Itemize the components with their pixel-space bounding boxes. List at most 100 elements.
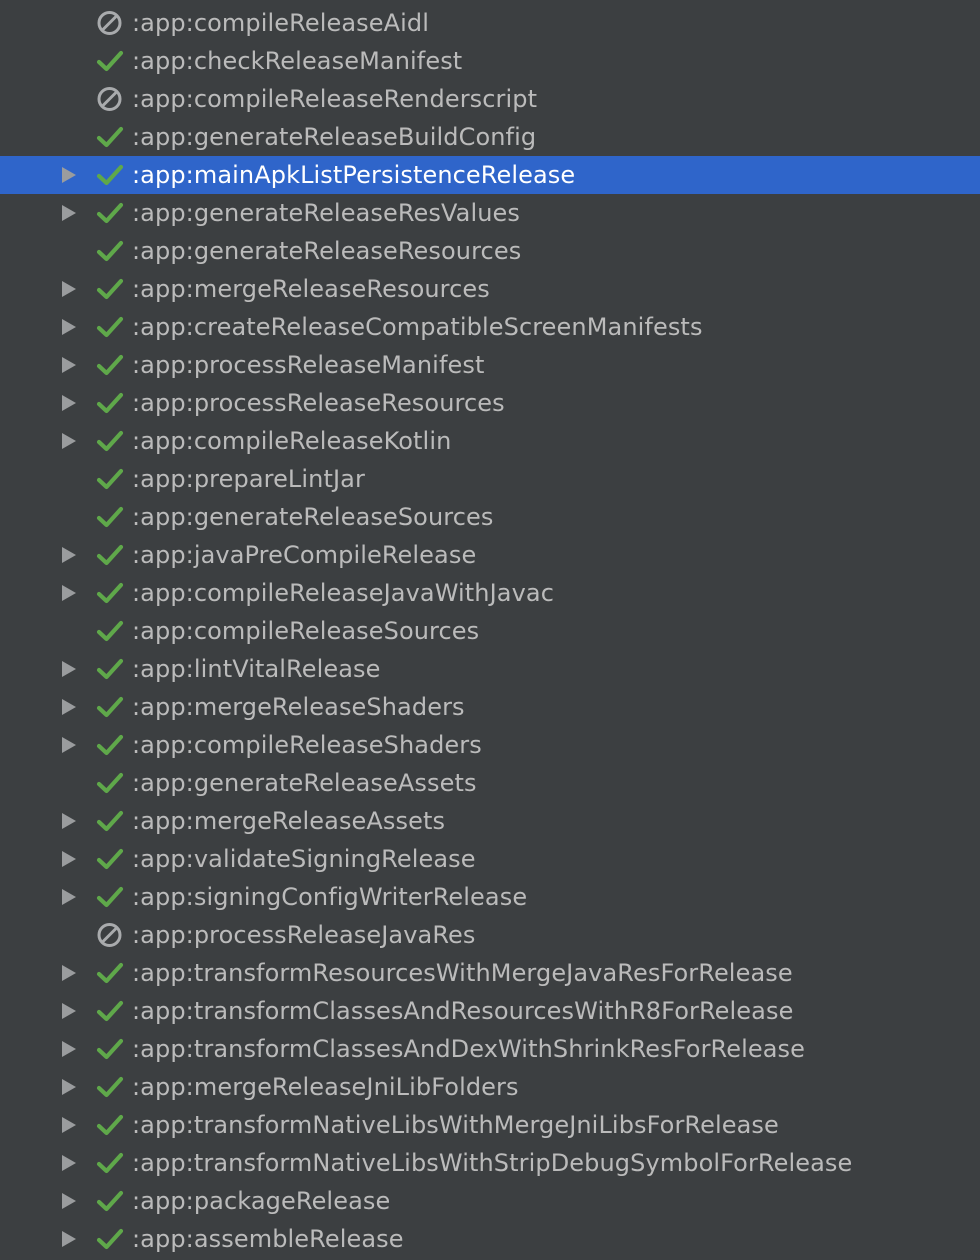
task-row[interactable]: :app:transformNativeLibsWithStripDebugSy… bbox=[0, 1144, 980, 1182]
task-row[interactable]: :app:generateReleaseResValues bbox=[0, 194, 980, 232]
task-row[interactable]: :app:compileReleaseJavaWithJavac bbox=[0, 574, 980, 612]
task-row[interactable]: :app:signingConfigWriterRelease bbox=[0, 878, 980, 916]
success-check-icon bbox=[96, 694, 124, 720]
task-row[interactable]: :app:processReleaseManifest bbox=[0, 346, 980, 384]
success-check-icon bbox=[96, 314, 124, 340]
task-row[interactable]: :app:mergeReleaseResources bbox=[0, 270, 980, 308]
task-row[interactable]: :app:transformNativeLibsWithMergeJniLibs… bbox=[0, 1106, 980, 1144]
expand-arrow-icon[interactable] bbox=[60, 432, 78, 450]
task-label: :app:lintVitalRelease bbox=[132, 655, 381, 683]
task-row[interactable]: :app:compileReleaseAidl bbox=[0, 4, 980, 42]
task-row[interactable]: :app:compileReleaseKotlin bbox=[0, 422, 980, 460]
expand-arrow-icon[interactable] bbox=[60, 1040, 78, 1058]
success-check-icon bbox=[96, 238, 124, 264]
success-check-icon bbox=[96, 1074, 124, 1100]
task-label: :app:compileReleaseSources bbox=[132, 617, 480, 645]
task-label: :app:mergeReleaseShaders bbox=[132, 693, 465, 721]
expand-arrow-icon[interactable] bbox=[60, 280, 78, 298]
task-label: :app:compileReleaseRenderscript bbox=[132, 85, 538, 113]
expand-arrow-icon[interactable] bbox=[60, 1116, 78, 1134]
task-label: :app:mergeReleaseAssets bbox=[132, 807, 446, 835]
task-label: :app:generateReleaseBuildConfig bbox=[132, 123, 537, 151]
success-check-icon bbox=[96, 466, 124, 492]
task-label: :app:mergeReleaseResources bbox=[132, 275, 490, 303]
task-row[interactable]: :app:processReleaseResources bbox=[0, 384, 980, 422]
task-row[interactable]: :app:compileReleaseSources bbox=[0, 612, 980, 650]
task-row[interactable]: :app:prepareLintJar bbox=[0, 460, 980, 498]
task-label: :app:signingConfigWriterRelease bbox=[132, 883, 528, 911]
task-row[interactable]: :app:generateReleaseAssets bbox=[0, 764, 980, 802]
success-check-icon bbox=[96, 1112, 124, 1138]
success-check-icon bbox=[96, 998, 124, 1024]
expand-arrow-icon[interactable] bbox=[60, 356, 78, 374]
expand-arrow-icon[interactable] bbox=[60, 1230, 78, 1248]
success-check-icon bbox=[96, 1188, 124, 1214]
success-check-icon bbox=[96, 846, 124, 872]
task-row[interactable]: :app:mainApkListPersistenceRelease bbox=[0, 156, 980, 194]
expand-arrow-icon[interactable] bbox=[60, 1002, 78, 1020]
success-check-icon bbox=[96, 352, 124, 378]
success-check-icon bbox=[96, 542, 124, 568]
task-row[interactable]: :app:generateReleaseSources bbox=[0, 498, 980, 536]
success-check-icon bbox=[96, 276, 124, 302]
task-row[interactable]: :app:packageRelease bbox=[0, 1182, 980, 1220]
task-label: :app:compileReleaseAidl bbox=[132, 9, 430, 37]
task-row[interactable]: :app:compileReleaseShaders bbox=[0, 726, 980, 764]
task-label: :app:validateSigningRelease bbox=[132, 845, 476, 873]
task-label: :app:assembleRelease bbox=[132, 1225, 404, 1253]
task-row[interactable]: :app:generateReleaseBuildConfig bbox=[0, 118, 980, 156]
expand-arrow-icon[interactable] bbox=[60, 888, 78, 906]
task-label: :app:transformClassesAndResourcesWithR8F… bbox=[132, 997, 794, 1025]
task-row[interactable]: :app:mergeReleaseShaders bbox=[0, 688, 980, 726]
expand-arrow-icon[interactable] bbox=[60, 660, 78, 678]
task-row[interactable]: :app:lintVitalRelease bbox=[0, 650, 980, 688]
task-row[interactable]: :app:mergeReleaseAssets bbox=[0, 802, 980, 840]
task-row[interactable]: :app:transformClassesAndDexWithShrinkRes… bbox=[0, 1030, 980, 1068]
expand-arrow-icon[interactable] bbox=[60, 850, 78, 868]
task-row[interactable]: :app:transformResourcesWithMergeJavaResF… bbox=[0, 954, 980, 992]
task-row[interactable]: :app:javaPreCompileRelease bbox=[0, 536, 980, 574]
success-check-icon bbox=[96, 732, 124, 758]
task-label: :app:processReleaseJavaRes bbox=[132, 921, 476, 949]
expand-arrow-icon[interactable] bbox=[60, 1078, 78, 1096]
task-label: :app:javaPreCompileRelease bbox=[132, 541, 477, 569]
success-check-icon bbox=[96, 1036, 124, 1062]
task-label: :app:mainApkListPersistenceRelease bbox=[132, 161, 576, 189]
expand-arrow-icon[interactable] bbox=[60, 584, 78, 602]
success-check-icon bbox=[96, 162, 124, 188]
task-row[interactable]: :app:transformClassesAndResourcesWithR8F… bbox=[0, 992, 980, 1030]
expand-arrow-icon[interactable] bbox=[60, 394, 78, 412]
task-label: :app:packageRelease bbox=[132, 1187, 391, 1215]
task-row[interactable]: :app:checkReleaseManifest bbox=[0, 42, 980, 80]
expand-arrow-icon[interactable] bbox=[60, 166, 78, 184]
task-label: :app:compileReleaseShaders bbox=[132, 731, 482, 759]
task-label: :app:transformResourcesWithMergeJavaResF… bbox=[132, 959, 793, 987]
expand-arrow-icon[interactable] bbox=[60, 964, 78, 982]
expand-arrow-icon[interactable] bbox=[60, 204, 78, 222]
expand-arrow-icon[interactable] bbox=[60, 812, 78, 830]
success-check-icon bbox=[96, 1150, 124, 1176]
task-row[interactable]: :app:assembleRelease bbox=[0, 1220, 980, 1258]
task-row[interactable]: :app:processReleaseJavaRes bbox=[0, 916, 980, 954]
expand-arrow-icon[interactable] bbox=[60, 698, 78, 716]
success-check-icon bbox=[96, 960, 124, 986]
success-check-icon bbox=[96, 124, 124, 150]
success-check-icon bbox=[96, 618, 124, 644]
task-row[interactable]: :app:mergeReleaseJniLibFolders bbox=[0, 1068, 980, 1106]
skipped-icon bbox=[96, 10, 124, 36]
expand-arrow-icon[interactable] bbox=[60, 546, 78, 564]
task-row[interactable]: :app:validateSigningRelease bbox=[0, 840, 980, 878]
expand-arrow-icon[interactable] bbox=[60, 318, 78, 336]
task-label: :app:processReleaseResources bbox=[132, 389, 505, 417]
task-label: :app:compileReleaseKotlin bbox=[132, 427, 452, 455]
expand-arrow-icon[interactable] bbox=[60, 736, 78, 754]
task-row[interactable]: :app:compileReleaseRenderscript bbox=[0, 80, 980, 118]
task-label: :app:mergeReleaseJniLibFolders bbox=[132, 1073, 519, 1101]
task-row[interactable]: :app:generateReleaseResources bbox=[0, 232, 980, 270]
task-label: :app:generateReleaseAssets bbox=[132, 769, 477, 797]
expand-arrow-icon[interactable] bbox=[60, 1154, 78, 1172]
task-row[interactable]: :app:createReleaseCompatibleScreenManife… bbox=[0, 308, 980, 346]
task-label: :app:transformNativeLibsWithMergeJniLibs… bbox=[132, 1111, 779, 1139]
expand-arrow-icon[interactable] bbox=[60, 1192, 78, 1210]
success-check-icon bbox=[96, 580, 124, 606]
